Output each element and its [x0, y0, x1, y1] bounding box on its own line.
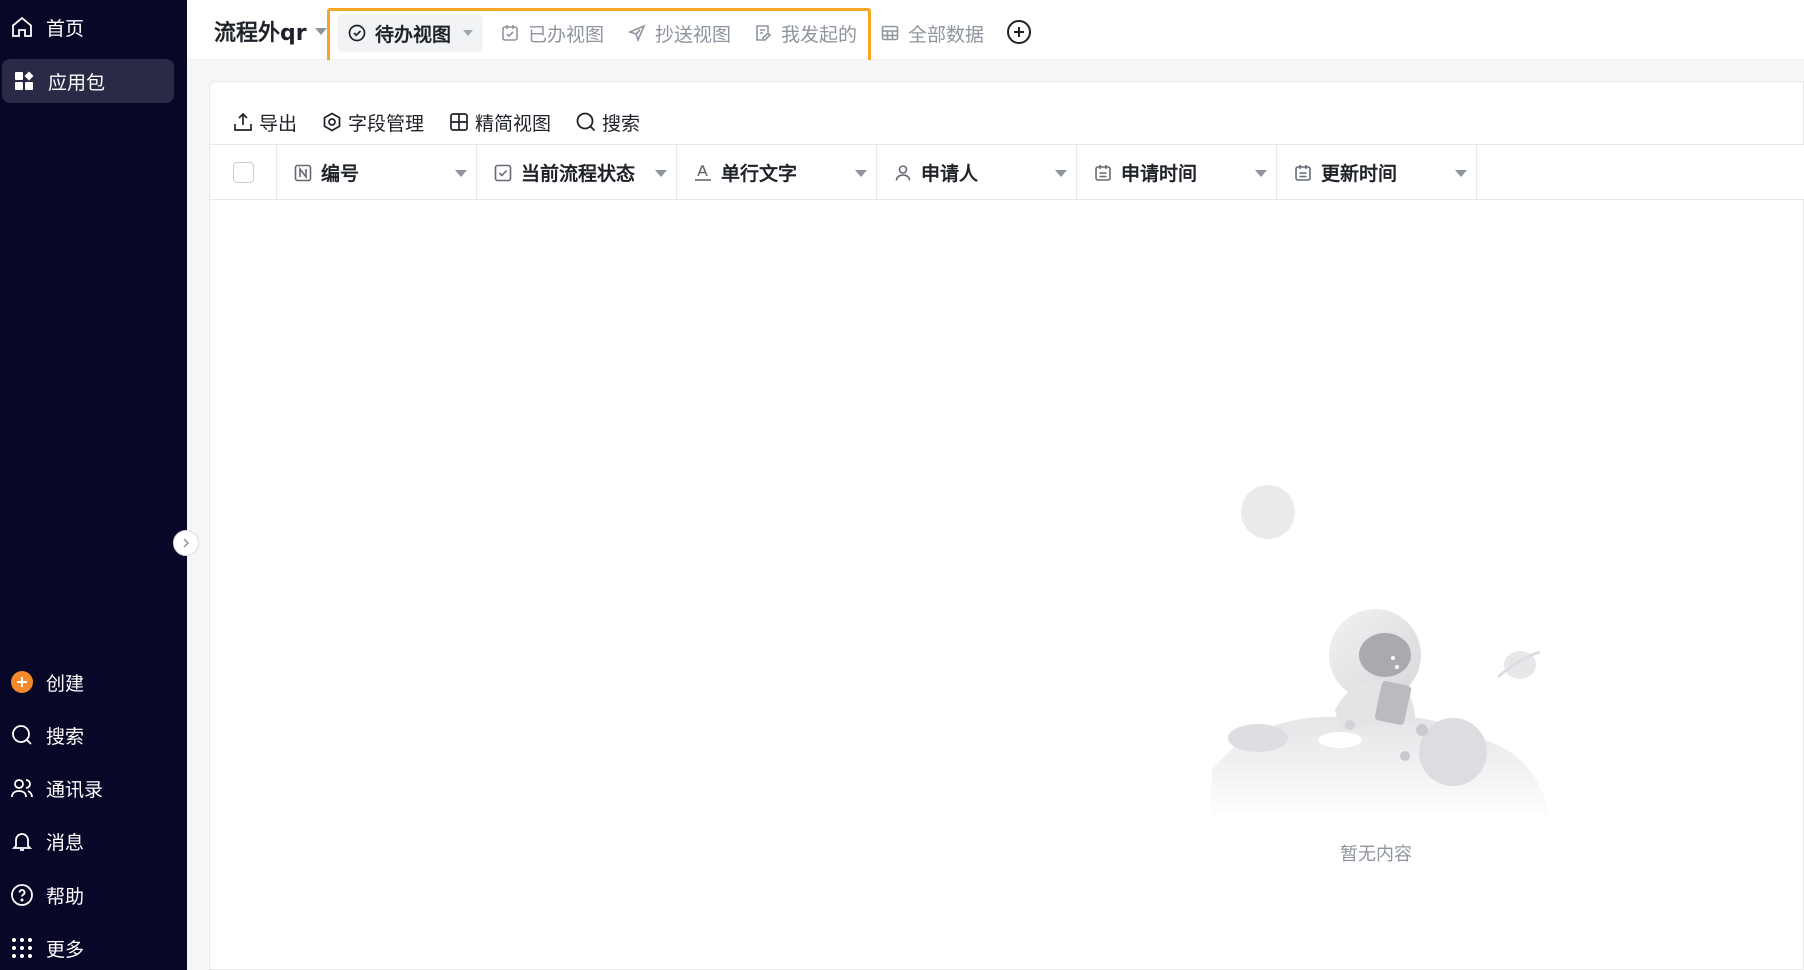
search-button[interactable]: 搜索 — [575, 109, 640, 136]
send-icon — [627, 24, 646, 43]
sidebar-item-home[interactable]: 首页 — [0, 5, 172, 49]
tab-label: 全部数据 — [908, 23, 985, 46]
chevron-down-icon — [463, 30, 474, 36]
apps-icon — [12, 69, 36, 93]
tab-all-data[interactable]: 全部数据 — [870, 14, 994, 52]
person-field-icon — [895, 164, 911, 181]
sidebar-item-create[interactable]: 创建 — [0, 660, 172, 704]
sidebar-item-label: 搜索 — [46, 725, 85, 748]
export-icon — [234, 112, 252, 131]
empty-state-illustration — [1210, 485, 1550, 820]
tab-label: 我发起的 — [781, 23, 858, 46]
select-all-cell — [210, 145, 277, 200]
column-label: 当前流程状态 — [521, 163, 636, 185]
column-label: 申请时间 — [1121, 163, 1198, 185]
column-header-applicant[interactable]: 申请人 — [877, 145, 1077, 200]
tab-todo-view[interactable]: 待办视图 — [337, 14, 484, 52]
compact-view-label: 精简视图 — [475, 112, 552, 135]
help-icon — [10, 883, 34, 907]
sidebar-item-label: 首页 — [46, 17, 85, 40]
checkbox-field-icon — [494, 164, 512, 181]
header: 流程外qr 待办视图 已办视图 抄送视图 我发起的 全部数据 — [187, 0, 1804, 68]
sidebar-item-help[interactable]: 帮助 — [0, 873, 172, 917]
chevron-down-icon[interactable] — [1255, 170, 1267, 177]
chevron-right-icon — [183, 538, 190, 548]
date-field-icon — [1295, 164, 1311, 181]
column-header-apply-time[interactable]: 申请时间 — [1077, 145, 1277, 200]
grid-icon — [10, 936, 34, 960]
tab-label: 抄送视图 — [655, 23, 732, 46]
column-header-single-line-text[interactable]: 单行文字 — [677, 145, 877, 200]
column-label: 编号 — [321, 163, 360, 185]
tab-label: 已办视图 — [528, 23, 605, 46]
text-field-icon — [695, 164, 711, 181]
grid-view-icon — [450, 113, 468, 131]
search-icon — [576, 112, 596, 132]
date-field-icon — [1095, 164, 1111, 181]
settings-icon — [323, 112, 341, 132]
column-header-number[interactable]: 编号 — [277, 145, 477, 200]
add-view-icon[interactable] — [1005, 18, 1033, 46]
chevron-down-icon — [314, 27, 327, 35]
field-manage-label: 字段管理 — [348, 112, 425, 135]
compact-view-button[interactable]: 精简视图 — [448, 109, 551, 136]
export-button[interactable]: 导出 — [232, 109, 297, 136]
sidebar-item-apps[interactable]: 应用包 — [2, 59, 174, 103]
sidebar-item-label: 消息 — [46, 831, 85, 854]
calendar-check-icon — [502, 25, 518, 41]
app-title: 流程外qr — [214, 21, 307, 46]
contacts-icon — [10, 776, 34, 800]
plus-circle-icon — [10, 670, 34, 694]
field-manage-button[interactable]: 字段管理 — [321, 109, 424, 136]
number-field-icon — [294, 164, 312, 181]
tab-label: 待办视图 — [375, 23, 452, 46]
select-all-checkbox[interactable] — [232, 162, 254, 183]
column-label: 更新时间 — [1321, 163, 1398, 185]
sidebar-item-label: 通讯录 — [46, 778, 104, 801]
chevron-down-icon[interactable] — [1055, 170, 1067, 177]
bell-icon — [10, 829, 34, 853]
column-label: 单行文字 — [721, 163, 798, 185]
sidebar: 首页 应用包 创建 搜索 通讯录 消息 帮助 更多 — [0, 0, 187, 970]
empty-state-text: 暂无内容 — [1340, 844, 1412, 865]
chevron-down-icon[interactable] — [855, 170, 867, 177]
chevron-down-icon[interactable] — [1455, 170, 1467, 177]
chevron-down-icon[interactable] — [455, 170, 467, 177]
chevron-down-icon[interactable] — [655, 170, 667, 177]
app-title-dropdown[interactable]: 流程外qr — [214, 15, 327, 47]
tab-initiated-view[interactable]: 我发起的 — [743, 14, 867, 52]
sidebar-item-label: 更多 — [46, 938, 85, 961]
search-icon — [10, 723, 34, 747]
column-label: 申请人 — [921, 163, 979, 185]
home-icon — [10, 15, 34, 39]
table-icon — [881, 25, 899, 41]
sidebar-item-search[interactable]: 搜索 — [0, 713, 172, 757]
sidebar-item-more[interactable]: 更多 — [0, 926, 172, 970]
sidebar-item-label: 应用包 — [48, 71, 106, 94]
column-header-process-status[interactable]: 当前流程状态 — [477, 145, 677, 200]
sidebar-item-contacts[interactable]: 通讯录 — [0, 766, 172, 810]
sidebar-collapse-button[interactable] — [173, 530, 199, 556]
search-label: 搜索 — [602, 112, 641, 135]
column-header-update-time[interactable]: 更新时间 — [1277, 145, 1477, 200]
tab-done-view[interactable]: 已办视图 — [490, 14, 614, 52]
check-circle-icon — [348, 24, 366, 42]
tab-cc-view[interactable]: 抄送视图 — [617, 14, 741, 52]
sidebar-item-messages[interactable]: 消息 — [0, 819, 172, 863]
toolbar: 导出 字段管理 精简视图 搜索 — [232, 96, 664, 148]
table-header: 编号 当前流程状态 单行文字 申请人 申请时间 更新时间 — [210, 145, 1804, 200]
export-label: 导出 — [259, 112, 298, 135]
edit-doc-icon — [756, 25, 772, 41]
sidebar-item-label: 帮助 — [46, 885, 85, 908]
sidebar-item-label: 创建 — [46, 672, 85, 695]
